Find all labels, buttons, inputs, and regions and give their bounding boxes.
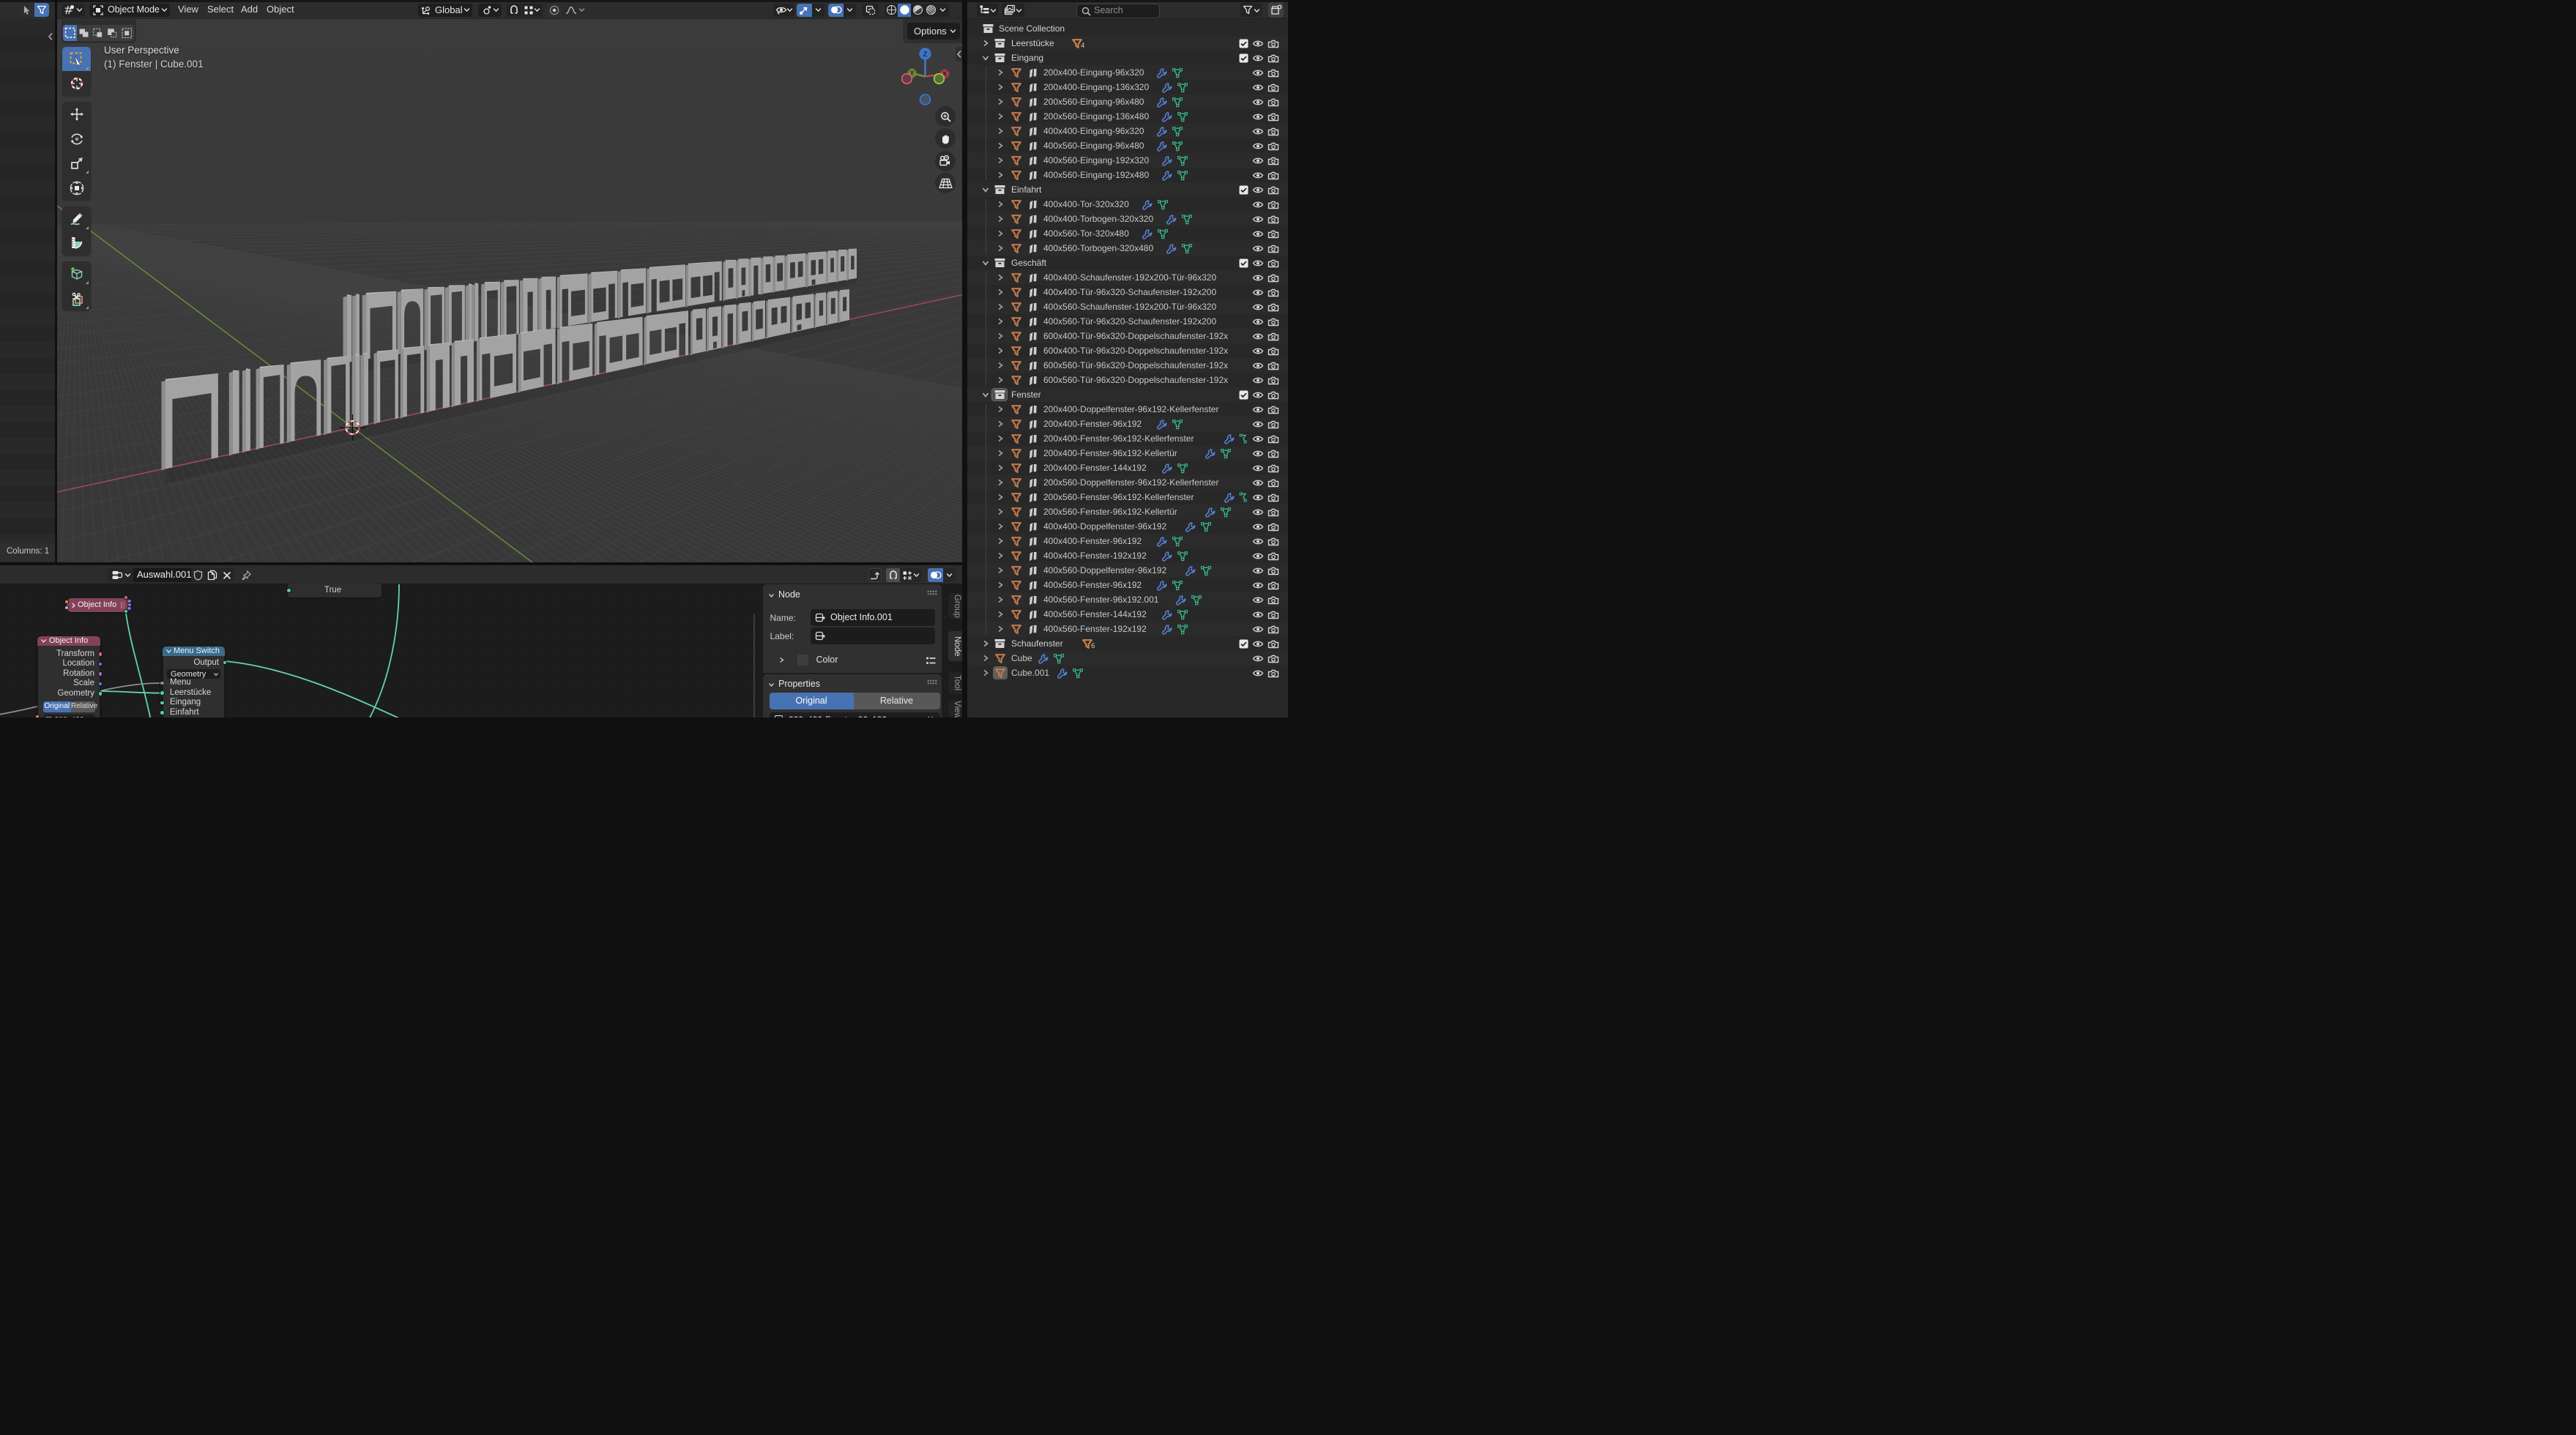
svg-text:Z: Z bbox=[923, 51, 928, 59]
